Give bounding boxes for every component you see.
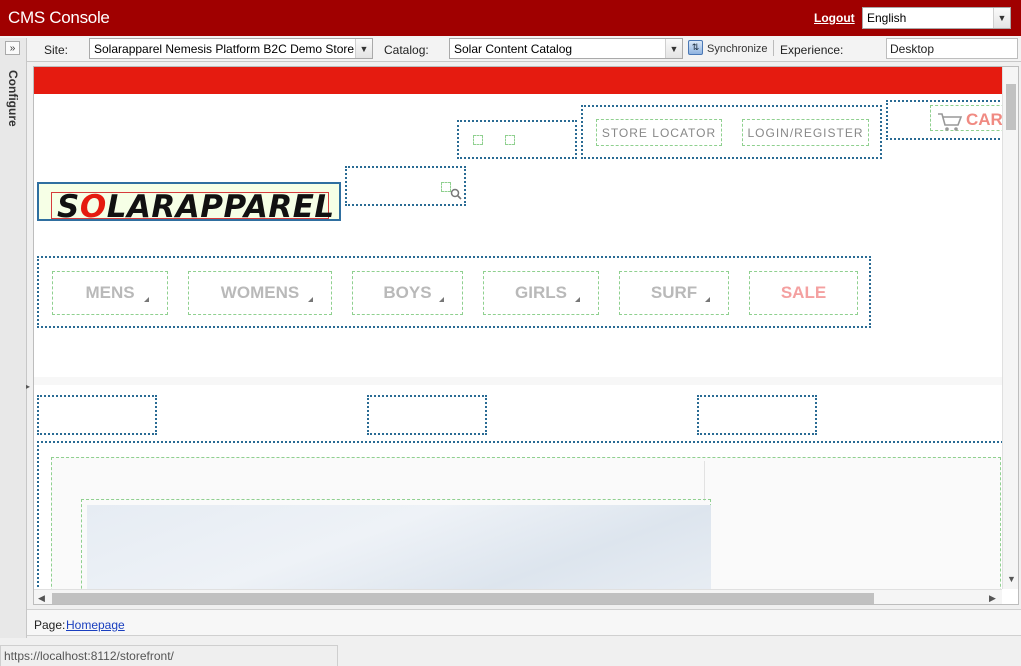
- hero-slot[interactable]: [37, 441, 1018, 604]
- nav-item-sale[interactable]: SALE: [749, 271, 858, 315]
- app-title: CMS Console: [8, 8, 110, 27]
- search-slot[interactable]: [345, 166, 466, 206]
- section-divider: [34, 377, 1002, 385]
- scroll-right-icon[interactable]: ▶: [989, 593, 996, 604]
- site-label: Site:: [44, 43, 69, 57]
- content-slot[interactable]: [697, 395, 817, 435]
- vertical-scroll-thumb[interactable]: [1006, 84, 1016, 130]
- horizontal-scroll-thumb[interactable]: [52, 593, 874, 604]
- catalog-select[interactable]: Solar Content Catalog ▼: [449, 38, 683, 59]
- nav-item-boys[interactable]: BOYS: [352, 271, 463, 315]
- component-placeholder[interactable]: [473, 135, 483, 145]
- synchronize-icon[interactable]: ⇅: [688, 40, 703, 55]
- site-logo[interactable]: SOLARAPPAREL: [57, 189, 335, 225]
- chevron-down-icon: ▼: [355, 39, 372, 58]
- search-icon[interactable]: [450, 188, 462, 200]
- catalog-label: Catalog:: [384, 43, 429, 57]
- nav-label: BOYS: [383, 283, 432, 302]
- language-select[interactable]: English ▼: [862, 7, 1011, 29]
- chevron-down-icon: ▼: [993, 8, 1010, 28]
- title-bar: CMS Console Logout English ▼: [0, 0, 1021, 36]
- nav-item-surf[interactable]: SURF: [619, 271, 729, 315]
- expand-panel-button[interactable]: »: [5, 41, 20, 55]
- page-label: Page:: [34, 618, 66, 632]
- toolbar-divider: [773, 40, 774, 56]
- catalog-select-value: Solar Content Catalog: [454, 41, 573, 56]
- logo-letter-o: O: [79, 189, 107, 225]
- experience-label: Experience:: [780, 43, 844, 57]
- login-register-link[interactable]: LOGIN/REGISTER: [742, 119, 869, 146]
- component-placeholder[interactable]: [505, 135, 515, 145]
- nav-label: MENS: [85, 283, 135, 302]
- site-select[interactable]: Solarapparel Nemesis Platform B2C Demo S…: [89, 38, 373, 59]
- scroll-left-icon[interactable]: ◀: [38, 593, 45, 604]
- horizontal-scrollbar[interactable]: ◀ ▶: [34, 589, 1002, 604]
- hero-divider: [704, 461, 705, 501]
- dropdown-icon: [308, 297, 313, 302]
- collapse-arrow-icon[interactable]: ▸: [26, 382, 30, 392]
- chevron-down-icon: ▼: [665, 39, 682, 58]
- nav-item-mens[interactable]: MENS: [52, 271, 168, 315]
- experience-field[interactable]: Desktop: [886, 38, 1018, 59]
- nav-item-womens[interactable]: WOMENS: [188, 271, 332, 315]
- scroll-down-icon[interactable]: ▼: [1007, 574, 1016, 584]
- content-slot[interactable]: [367, 395, 487, 435]
- top-banner: [34, 67, 1018, 94]
- nav-label: SURF: [650, 283, 698, 302]
- status-bar-url: https://localhost:8112/storefront/: [0, 645, 338, 666]
- configure-label[interactable]: Configure: [6, 70, 20, 127]
- page-info-bar: Page: Homepage: [27, 609, 1021, 636]
- navigation-slot[interactable]: MENS WOMENS BOYS GIRLS SURF SALE: [37, 256, 871, 328]
- page-link[interactable]: Homepage: [66, 618, 125, 632]
- language-select-value: English: [867, 11, 907, 25]
- nav-item-girls[interactable]: GIRLS: [483, 271, 599, 315]
- logo-letter: S: [57, 189, 80, 225]
- header-slot[interactable]: [457, 120, 577, 159]
- nav-label: GIRLS: [515, 283, 567, 302]
- logout-link[interactable]: Logout: [814, 11, 855, 25]
- dropdown-icon: [144, 297, 149, 302]
- synchronize-button[interactable]: Synchronize: [707, 43, 768, 55]
- nav-label: SALE: [780, 283, 827, 302]
- site-select-value: Solarapparel Nemesis Platform B2C Demo S…: [94, 41, 355, 56]
- header-links-slot[interactable]: STORE LOCATOR LOGIN/REGISTER: [581, 105, 882, 159]
- cart-icon: [938, 113, 963, 131]
- configure-panel: » Configure ▸: [0, 38, 30, 638]
- store-locator-link[interactable]: STORE LOCATOR: [596, 119, 722, 146]
- content-slot[interactable]: [37, 395, 157, 435]
- vertical-scrollbar[interactable]: ▼: [1002, 67, 1018, 589]
- dropdown-icon: [439, 297, 444, 302]
- logo-letters: LARAPPAREL: [106, 189, 335, 225]
- cart-slot[interactable]: CART: [886, 100, 1018, 140]
- logo-slot[interactable]: SOLARAPPAREL: [37, 182, 341, 225]
- dropdown-icon: [575, 297, 580, 302]
- storefront-preview: STORE LOCATOR LOGIN/REGISTER CART SOLARA…: [33, 66, 1019, 605]
- dropdown-icon: [705, 297, 710, 302]
- nav-label: WOMENS: [220, 283, 300, 302]
- toolbar: Site: Solarapparel Nemesis Platform B2C …: [0, 36, 1021, 62]
